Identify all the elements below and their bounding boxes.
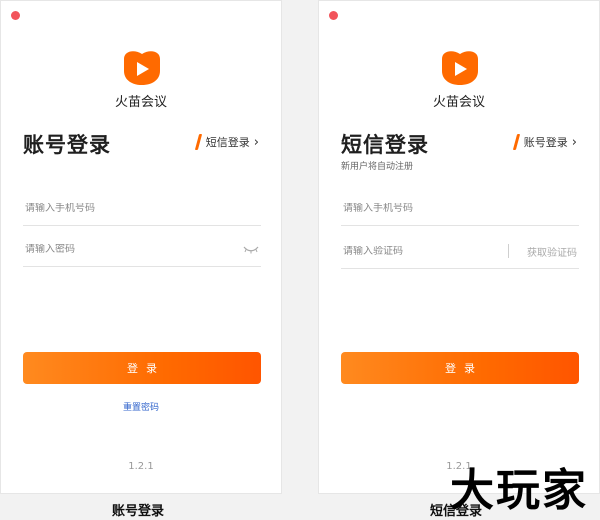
phone-field [23,191,261,226]
phone-input[interactable] [341,202,579,214]
account-login-panel: 火苗会议 账号登录 短信登录 › 登录 重置密码 1.2.1 [0,0,282,494]
app-logo-icon [124,51,160,85]
password-field [23,232,261,267]
slash-icon [512,134,520,150]
verification-code-input[interactable] [341,245,502,257]
reset-password-link[interactable]: 重置密码 [1,400,281,413]
chevron-right-icon: › [253,134,259,150]
eye-closed-icon[interactable] [243,244,259,254]
phone-field [341,191,579,226]
close-icon[interactable] [11,11,20,20]
caption-account-login: 账号登录 [112,504,165,519]
chevron-right-icon: › [571,134,577,150]
get-code-button[interactable]: 获取验证码 [527,244,579,259]
version-label: 1.2.1 [128,461,154,472]
page-title: 短信登录 [341,133,429,157]
login-button[interactable]: 登录 [23,352,261,384]
sms-login-panel: 火苗会议 短信登录 账号登录 › 新用户将自动注册 获取验证码 登录 1.2.1 [318,0,600,494]
brand-name: 火苗会议 [114,95,167,110]
app-logo-icon [442,51,478,85]
brand-name: 火苗会议 [432,95,485,110]
page-title: 账号登录 [23,133,111,157]
close-icon[interactable] [329,11,338,20]
switch-to-account-link[interactable]: 账号登录 › [512,134,577,150]
verification-code-field: 获取验证码 [341,234,579,269]
watermark: 大玩家 [450,465,588,516]
auto-register-hint: 新用户将自动注册 [341,162,414,172]
password-input[interactable] [23,243,243,255]
phone-input[interactable] [23,202,261,214]
field-divider [508,244,509,258]
switch-label: 账号登录 [523,136,568,149]
switch-to-sms-link[interactable]: 短信登录 › [194,134,259,150]
login-button[interactable]: 登录 [341,352,579,384]
switch-label: 短信登录 [205,136,250,149]
slash-icon [194,134,202,150]
